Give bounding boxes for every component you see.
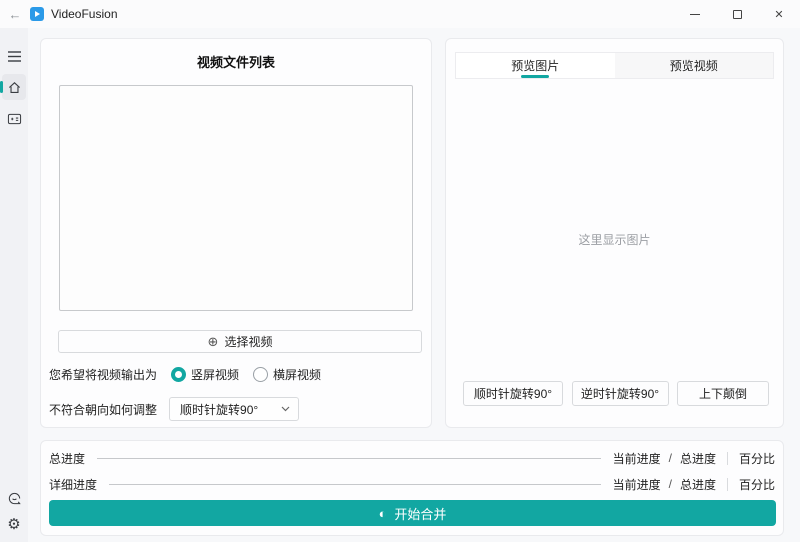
detail-progress-row: 详细进度 当前进度 / 总进度 百分比 (49, 476, 775, 492)
total-progress-label: 总进度 (49, 451, 86, 466)
start-merge-button[interactable]: ◐ 开始合并 (49, 500, 776, 526)
total-progress-bar (97, 457, 601, 459)
percent-text: 百分比 (738, 451, 775, 466)
output-question-label: 您希望将视频输出为 (49, 368, 158, 382)
detail-progress-label: 详细进度 (49, 477, 98, 492)
preview-tabbar: 预览图片 预览视频 (455, 52, 774, 79)
current-progress-text: 当前进度 (612, 477, 661, 492)
current-progress-text: 当前进度 (612, 451, 661, 466)
side-rail: ⚙ (0, 28, 28, 542)
tab-preview-video-label: 预览视频 (669, 59, 718, 73)
total-progress-values: 当前进度 / 总进度 百分比 (613, 450, 775, 467)
menu-button[interactable] (2, 43, 26, 69)
total-progress-text: 总进度 (679, 451, 716, 466)
app-logo-icon (30, 7, 44, 21)
slash-separator: / (668, 477, 672, 491)
close-icon: ✕ (774, 8, 784, 21)
orientation-adjust-row: 不符合朝向如何调整 顺时针旋转90° (49, 397, 423, 421)
rotate-ccw-button[interactable]: 逆时针旋转90° (571, 381, 669, 406)
radio-landscape-label: 横屏视频 (273, 368, 322, 382)
feedback-button[interactable] (2, 485, 26, 511)
percent-text: 百分比 (738, 477, 775, 492)
app-title: VideoFusion (51, 7, 118, 21)
minimize-icon (690, 13, 700, 15)
window-controls: ✕ (674, 0, 800, 28)
maximize-icon (732, 9, 742, 19)
sidebar-item-video-tool[interactable] (2, 106, 26, 132)
start-merge-label: 开始合并 (394, 506, 447, 522)
video-file-listbox[interactable] (59, 85, 413, 311)
radio-landscape-control[interactable] (253, 367, 269, 382)
detail-progress-bar (109, 483, 601, 485)
minimize-button[interactable] (674, 0, 716, 28)
progress-panel: 总进度 当前进度 / 总进度 百分比 详细进度 当前进度 / 总进度 百分比 ◐ (40, 440, 784, 536)
plus-circle-icon: ⊕ (207, 333, 219, 349)
rotation-dropdown-value: 顺时针旋转90° (180, 402, 259, 417)
radio-portrait-control[interactable] (171, 367, 187, 382)
flip-vertical-button[interactable]: 上下颠倒 (677, 381, 769, 406)
preview-panel: 预览图片 预览视频 这里显示图片 顺时针旋转90° 逆时针旋转90° 上下颠倒 (445, 38, 784, 428)
orientation-question-label: 不符合朝向如何调整 (49, 402, 158, 417)
back-button[interactable]: ← (0, 7, 30, 22)
gear-icon: ⚙ (7, 515, 21, 533)
total-progress-row: 总进度 当前进度 / 总进度 百分比 (49, 450, 775, 466)
rotate-cw-button[interactable]: 顺时针旋转90° (463, 381, 563, 406)
preview-placeholder-text: 这里显示图片 (578, 233, 651, 247)
feedback-icon (8, 492, 21, 504)
maximize-button[interactable] (716, 0, 758, 28)
video-list-panel: 视频文件列表 ⊕ 选择视频 您希望将视频输出为 竖屏视频 横屏视频 不符合朝向如… (40, 38, 432, 428)
rotation-dropdown[interactable]: 顺时针旋转90° (169, 397, 300, 421)
detail-progress-values: 当前进度 / 总进度 百分比 (613, 476, 775, 493)
tab-preview-video[interactable]: 预览视频 (615, 53, 774, 78)
panel-title: 视频文件列表 (196, 55, 275, 70)
video-tool-icon (7, 113, 21, 125)
radio-portrait[interactable]: 竖屏视频 (171, 366, 239, 383)
app-window: ← VideoFusion ✕ ⚙ 视频文件列表 ⊕ 选择视频 您希望将视频输出… (0, 0, 800, 542)
hamburger-icon (7, 50, 21, 62)
settings-button[interactable]: ⚙ (2, 511, 26, 537)
vertical-divider (726, 477, 728, 491)
preview-action-row: 顺时针旋转90° 逆时针旋转90° 上下颠倒 (463, 381, 769, 406)
output-orientation-row: 您希望将视频输出为 竖屏视频 横屏视频 (49, 366, 423, 383)
close-button[interactable]: ✕ (758, 0, 800, 28)
vertical-divider (726, 451, 728, 465)
tab-preview-image-label: 预览图片 (511, 59, 560, 73)
select-video-label: 选择视频 (224, 335, 273, 349)
slash-separator: / (668, 451, 672, 465)
active-tab-indicator (521, 75, 550, 78)
total-progress-text: 总进度 (679, 477, 716, 492)
titlebar: ← VideoFusion ✕ (0, 0, 800, 28)
radio-portrait-label: 竖屏视频 (191, 368, 240, 382)
radio-landscape[interactable]: 横屏视频 (253, 366, 321, 383)
chevron-down-icon (281, 406, 290, 412)
select-video-button[interactable]: ⊕ 选择视频 (58, 330, 422, 353)
back-icon: ← (8, 6, 22, 22)
sidebar-item-home[interactable] (0, 74, 26, 100)
start-circle-icon: ◐ (378, 505, 387, 521)
home-icon (8, 81, 20, 93)
tab-preview-image[interactable]: 预览图片 (456, 53, 615, 78)
